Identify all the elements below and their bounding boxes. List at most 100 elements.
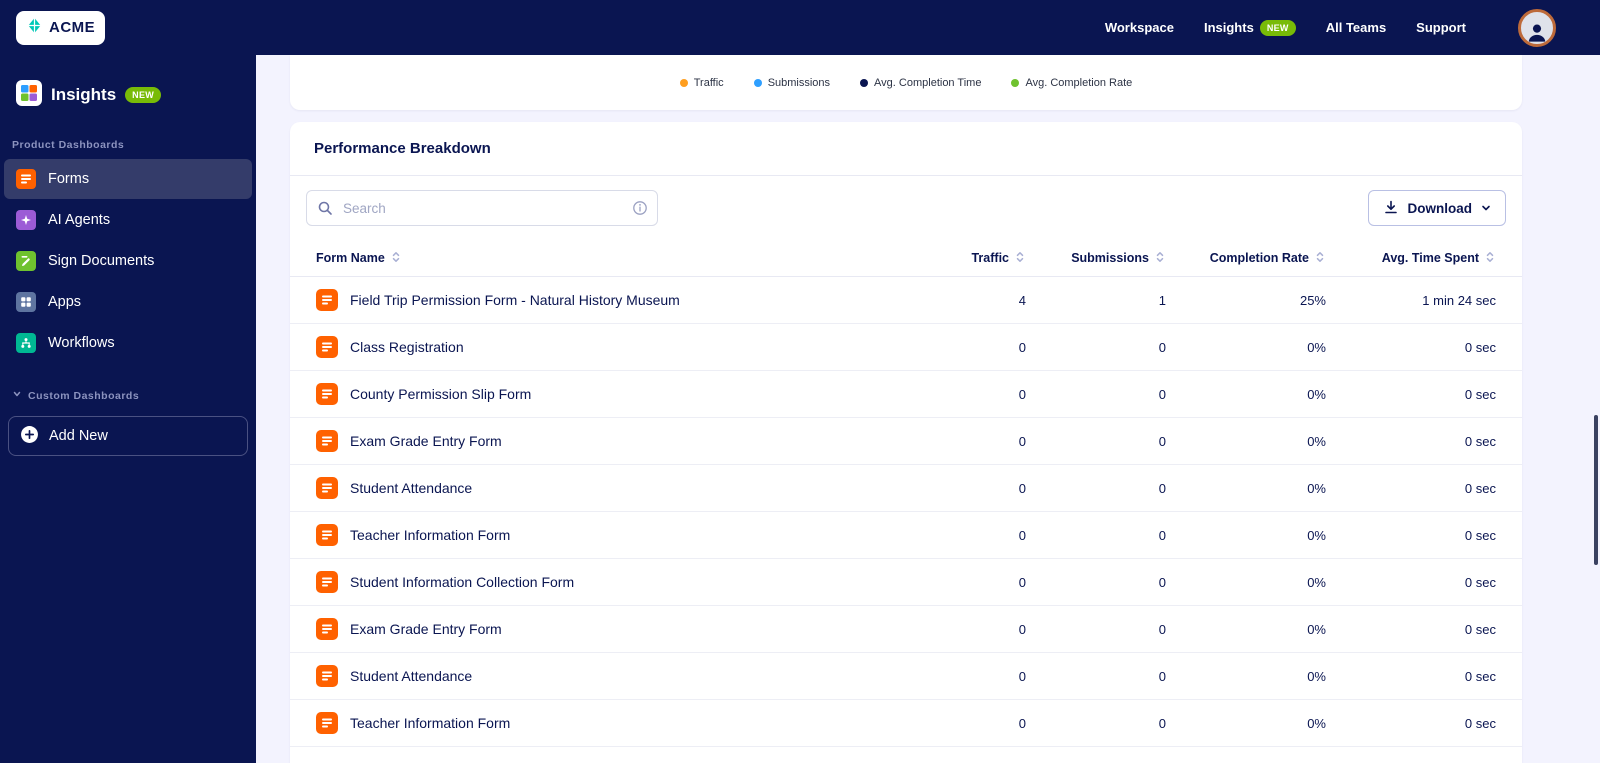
acme-logo[interactable]: ACME [16,10,106,45]
legend-item-traffic[interactable]: Traffic [679,77,724,89]
traffic-value: 0 [1018,339,1026,355]
table-row[interactable]: Student Attendance 0 0 0% 0 sec [290,465,1522,512]
traffic-value: 0 [1018,574,1026,590]
download-button[interactable]: Download [1367,190,1506,226]
vertical-scrollbar[interactable] [1594,415,1598,565]
traffic-value: 0 [1018,386,1026,402]
form-name-cell: Class Registration [316,336,916,358]
nav-all-teams[interactable]: All Teams [1326,20,1386,35]
sort-icon [390,251,402,266]
form-name-link[interactable]: Teacher Information Form [350,527,510,543]
sidebar-item-sign-documents[interactable]: Sign Documents [4,241,252,281]
table-row[interactable]: Teacher Information Form 0 0 0% 0 sec [290,700,1522,747]
sidebar-item-forms[interactable]: Forms [4,159,252,199]
form-icon [316,712,338,734]
form-icon [316,477,338,499]
completion-rate-value: 0% [1307,668,1326,684]
nav-insights[interactable]: Insights NEW [1204,19,1296,36]
add-new-button[interactable]: Add New [8,416,248,456]
table-row[interactable]: Teacher Information Form 0 0 0% 0 sec [290,512,1522,559]
completion-rate-value: 0% [1307,386,1326,402]
avatar[interactable] [1518,8,1556,47]
sidebar-new-badge: NEW [125,87,162,103]
form-name-cell: Student Attendance [316,665,916,687]
sidebar-item-workflows[interactable]: Workflows [4,323,252,363]
col-submissions[interactable]: Submissions [1026,251,1166,266]
avg-completion-time-dot [860,78,869,87]
caret-down-icon [1481,201,1491,216]
panel-header: Performance Breakdown [290,122,1522,176]
submissions-value: 0 [1158,386,1166,402]
form-name-link[interactable]: Class Registration [350,339,464,355]
submissions-value: 0 [1158,480,1166,496]
form-icon [316,524,338,546]
form-name-link[interactable]: Exam Grade Entry Form [350,621,502,637]
forms-icon [16,169,36,189]
col-traffic[interactable]: Traffic [916,251,1026,266]
sign-documents-icon [16,251,36,271]
sidebar-item-apps[interactable]: Apps [4,282,252,322]
traffic-value: 4 [1018,292,1026,308]
legend-item-avg-completion-time[interactable]: Avg. Completion Time [860,77,981,89]
completion-rate-value: 0% [1307,433,1326,449]
chevron-down-icon [12,389,22,402]
form-icon [316,665,338,687]
table-row[interactable]: County Permission Slip Form 0 0 0% 0 sec [290,371,1522,418]
add-new-label: Add New [49,428,108,444]
sidebar-item-label: Forms [48,171,90,187]
table-body: Field Trip Permission Form - Natural His… [290,277,1522,747]
form-name-link[interactable]: Student Attendance [350,668,472,684]
completion-rate-value: 0% [1307,621,1326,637]
submissions-value: 0 [1158,527,1166,543]
custom-dashboards-toggle[interactable]: Custom Dashboards [0,389,256,402]
form-name-link[interactable]: Exam Grade Entry Form [350,433,502,449]
sidebar-header: Insights NEW [0,75,256,115]
submissions-value: 0 [1158,574,1166,590]
col-avg-time-spent[interactable]: Avg. Time Spent [1326,251,1496,266]
sort-icon [1014,251,1026,266]
avg-time-value: 0 sec [1464,574,1496,590]
avg-time-value: 0 sec [1464,480,1496,496]
nav-support[interactable]: Support [1416,20,1466,35]
table-row[interactable]: Exam Grade Entry Form 0 0 0% 0 sec [290,418,1522,465]
download-label: Download [1407,200,1473,216]
submissions-value: 0 [1158,668,1166,684]
avg-completion-rate-dot [1011,78,1020,87]
table-row[interactable]: Field Trip Permission Form - Natural His… [290,277,1522,324]
download-icon [1383,199,1399,218]
submissions-value: 1 [1158,292,1166,308]
sidebar-item-label: Sign Documents [48,253,155,269]
sort-icon [1484,251,1496,266]
submissions-value: 0 [1158,433,1166,449]
search-input[interactable] [306,190,658,226]
chart-legend-card: Traffic Submissions Avg. Completion Time… [290,55,1522,110]
traffic-value: 0 [1018,668,1026,684]
insights-new-badge: NEW [1259,19,1296,36]
form-name-link[interactable]: Teacher Information Form [350,715,510,731]
form-icon [316,336,338,358]
legend-item-avg-completion-rate[interactable]: Avg. Completion Rate [1011,77,1132,89]
form-name-cell: Student Attendance [316,477,916,499]
table-row[interactable]: Class Registration 0 0 0% 0 sec [290,324,1522,371]
avg-time-value: 0 sec [1464,527,1496,543]
col-completion-rate[interactable]: Completion Rate [1166,251,1326,266]
completion-rate-value: 0% [1307,715,1326,731]
form-name-link[interactable]: Student Attendance [350,480,472,496]
form-name-cell: Teacher Information Form [316,524,916,546]
avg-time-value: 0 sec [1464,339,1496,355]
nav-workspace[interactable]: Workspace [1105,20,1174,35]
sidebar-item-ai-agents[interactable]: AI Agents [4,200,252,240]
legend-item-submissions[interactable]: Submissions [753,77,830,89]
table-row[interactable]: Student Attendance 0 0 0% 0 sec [290,653,1522,700]
table-controls: Download [290,176,1522,240]
table-row[interactable]: Student Information Collection Form 0 0 … [290,559,1522,606]
form-name-link[interactable]: Student Information Collection Form [350,574,574,590]
info-icon[interactable] [632,200,648,221]
table-row[interactable]: Exam Grade Entry Form 0 0 0% 0 sec [290,606,1522,653]
form-name-link[interactable]: Field Trip Permission Form - Natural His… [350,292,680,308]
col-form-name[interactable]: Form Name [316,251,916,266]
sidebar-item-label: Workflows [48,335,115,351]
performance-breakdown-panel: Performance Breakdown Download [290,122,1522,763]
traffic-value: 0 [1018,527,1026,543]
form-name-link[interactable]: County Permission Slip Form [350,386,531,402]
